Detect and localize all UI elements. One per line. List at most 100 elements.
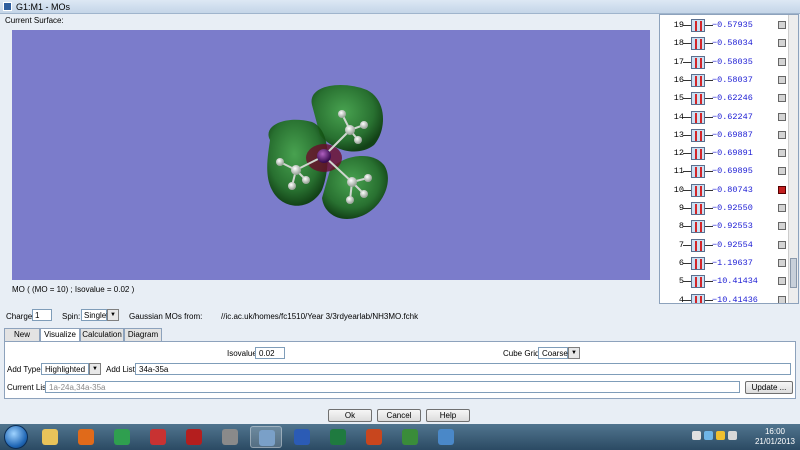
- orbital-row[interactable]: 7 −0.92554: [660, 237, 788, 255]
- orbital-row[interactable]: 17 −0.58035: [660, 54, 788, 72]
- orbital-select-checkbox[interactable]: [778, 21, 786, 29]
- orbital-row[interactable]: 15 −0.62246: [660, 90, 788, 108]
- orbital-row[interactable]: 9 −0.92550: [660, 200, 788, 218]
- orbital-select-checkbox[interactable]: [778, 167, 786, 176]
- cube-grid-select[interactable]: Coarse: [538, 347, 568, 359]
- tab-new-mos[interactable]: New MOs: [4, 328, 40, 351]
- orbital-select-checkbox[interactable]: [778, 94, 786, 103]
- tab-calculation[interactable]: Calculation: [80, 328, 124, 341]
- orbital-select-checkbox[interactable]: [778, 258, 786, 267]
- electron-pair-icon: [691, 202, 705, 215]
- orbital-select-checkbox[interactable]: [778, 112, 786, 121]
- orbital-select-checkbox[interactable]: [778, 75, 786, 84]
- orbital-energy: −0.92550: [712, 203, 753, 213]
- orbital-energy: −10.41436: [712, 294, 758, 304]
- cube-grid-label: Cube Grid:: [503, 349, 542, 358]
- level-line: [683, 189, 691, 191]
- taskbar-excel-button[interactable]: [322, 426, 354, 448]
- orbital-energy: −0.57935: [712, 20, 753, 30]
- level-line: [683, 244, 691, 246]
- taskbar-chemdraw-button[interactable]: [394, 426, 426, 448]
- orbital-select-checkbox[interactable]: [778, 277, 786, 286]
- orbital-row[interactable]: 16 −0.58037: [660, 72, 788, 90]
- chevron-down-icon[interactable]: ▼: [568, 347, 580, 359]
- orbital-select-checkbox[interactable]: [778, 149, 786, 158]
- taskbar-gaussview-button[interactable]: [250, 426, 282, 448]
- orbital-energy: −1.19637: [712, 257, 753, 268]
- orbital-row[interactable]: 19 −0.57935: [660, 17, 788, 35]
- charge-label: Charge:: [6, 312, 35, 321]
- level-line: [683, 61, 691, 63]
- start-button[interactable]: [4, 425, 28, 449]
- electron-pair-icon: [691, 165, 705, 179]
- level-line: [683, 134, 691, 136]
- orbital-energy: −0.69887: [712, 129, 753, 140]
- molecule-viewport[interactable]: [12, 30, 650, 280]
- molecular-orbital-render: [267, 85, 388, 219]
- chevron-down-icon[interactable]: ▼: [107, 309, 119, 321]
- orbital-energy: −10.41434: [712, 276, 758, 287]
- spin-select[interactable]: Singlet: [81, 309, 108, 321]
- spin-label: Spin:: [62, 312, 81, 321]
- taskbar-explorer-button[interactable]: [34, 426, 66, 448]
- clock-date: 21/01/2013: [754, 437, 796, 446]
- orbital-select-checkbox[interactable]: [778, 222, 786, 231]
- window-title: G1:M1 - MOs: [16, 2, 71, 12]
- tab-diagram[interactable]: Diagram: [124, 328, 162, 341]
- tab-visualize[interactable]: Visualize: [40, 328, 80, 342]
- volume-icon: [728, 431, 737, 440]
- media-player-icon: [78, 429, 94, 445]
- level-line: [683, 281, 691, 283]
- taskbar-mathematica-button[interactable]: [142, 426, 174, 448]
- orbital-energy: −0.80743: [712, 184, 753, 195]
- orbital-energy: −0.58034: [712, 38, 753, 49]
- clock-time: 16:00: [764, 427, 786, 436]
- level-line: [683, 153, 691, 155]
- orbital-select-checkbox[interactable]: [778, 39, 786, 48]
- orbital-select-checkbox[interactable]: [778, 295, 786, 303]
- orbital-select-checkbox[interactable]: [778, 57, 786, 66]
- taskbar-word-button[interactable]: [286, 426, 318, 448]
- taskbar-acrobat-button[interactable]: [178, 426, 210, 448]
- visualize-panel: Isovalue: 0.02 Cube Grid: Coarse ▼ Add T…: [4, 341, 796, 399]
- charge-field[interactable]: 1: [32, 309, 52, 321]
- current-list-field[interactable]: 1a-24a,34a-35a: [45, 381, 740, 393]
- electron-pair-icon: [691, 293, 705, 303]
- level-line: [683, 79, 691, 81]
- taskbar-pdf-reader-button[interactable]: [214, 426, 246, 448]
- orbital-select-checkbox[interactable]: [778, 240, 786, 249]
- help-button[interactable]: Help: [426, 409, 470, 422]
- level-line: [683, 98, 691, 100]
- orbital-select-checkbox[interactable]: [778, 130, 786, 139]
- scrollbar-thumb[interactable]: [790, 258, 797, 288]
- orbital-select-checkbox[interactable]: [778, 204, 786, 212]
- taskbar-paint-button[interactable]: [430, 426, 462, 448]
- orbital-row[interactable]: 11 −0.69895: [660, 163, 788, 181]
- orbital-list-panel[interactable]: 19 −0.57935 18 −0.58034 17 −0.58035 16 −0.58037…: [659, 14, 799, 304]
- orbital-row[interactable]: 14 −0.62247: [660, 109, 788, 127]
- orbital-row[interactable]: 10 −0.80743: [660, 182, 788, 200]
- chevron-down-icon[interactable]: ▼: [89, 363, 101, 375]
- taskbar-powerpoint-button[interactable]: [358, 426, 390, 448]
- orbital-row[interactable]: 8 −0.92553: [660, 218, 788, 236]
- add-type-select[interactable]: Highlighted: [41, 363, 89, 375]
- powerpoint-icon: [366, 429, 382, 445]
- level-line: [683, 299, 691, 301]
- orbital-list-scrollbar[interactable]: [788, 15, 798, 303]
- update-button[interactable]: Update ...: [745, 381, 793, 394]
- add-list-field[interactable]: 34a-35a: [135, 363, 791, 375]
- taskbar-chrome-button[interactable]: [106, 426, 138, 448]
- orbital-row[interactable]: 18 −0.58034: [660, 35, 788, 53]
- orbital-select-checkbox[interactable]: [778, 185, 786, 194]
- electron-pair-icon: [691, 92, 705, 106]
- orbital-row[interactable]: 12 −0.69891: [660, 145, 788, 163]
- isovalue-field[interactable]: 0.02: [255, 347, 285, 359]
- orbital-row[interactable]: 6 −1.19637: [660, 255, 788, 273]
- orbital-row[interactable]: 13 −0.69887: [660, 127, 788, 145]
- taskbar-media-player-button[interactable]: [70, 426, 102, 448]
- ok-button[interactable]: Ok: [328, 409, 372, 422]
- orbital-row[interactable]: 4 −10.41436: [660, 292, 788, 304]
- clock[interactable]: 16:00 21/01/2013: [752, 427, 798, 447]
- orbital-row[interactable]: 5 −10.41434: [660, 273, 788, 291]
- cancel-button[interactable]: Cancel: [377, 409, 421, 422]
